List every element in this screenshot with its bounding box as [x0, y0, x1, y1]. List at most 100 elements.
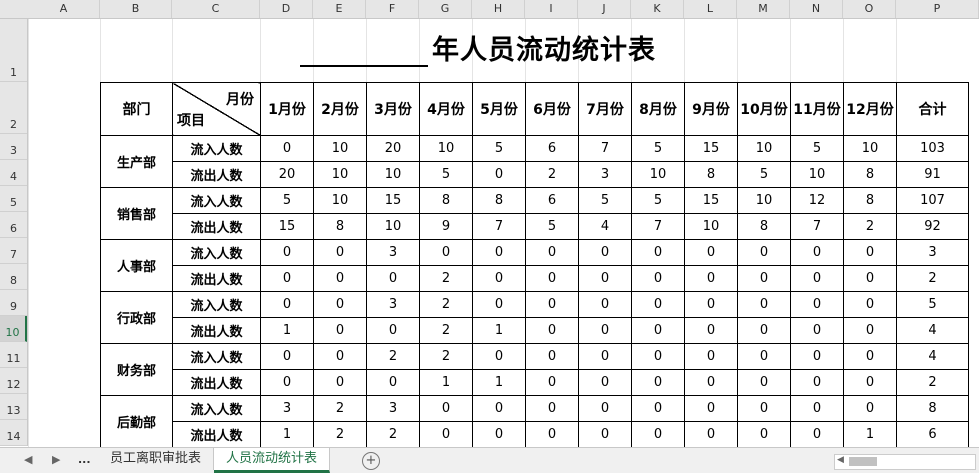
value-cell[interactable]: 0	[525, 421, 579, 448]
value-cell[interactable]: 8	[313, 213, 367, 240]
total-cell[interactable]: 8	[896, 395, 969, 422]
value-cell[interactable]: 15	[366, 187, 420, 214]
value-cell[interactable]: 0	[790, 343, 844, 370]
outflow-label-cell[interactable]: 流出人数	[172, 213, 261, 240]
row-header-7[interactable]: 7	[0, 238, 27, 264]
value-cell[interactable]: 20	[366, 135, 420, 162]
horizontal-scrollbar[interactable]: ◀	[834, 454, 976, 470]
value-cell[interactable]: 0	[578, 395, 632, 422]
value-cell[interactable]: 7	[631, 213, 685, 240]
value-cell[interactable]: 0	[790, 369, 844, 396]
month-header-8[interactable]: 8月份	[631, 82, 685, 136]
value-cell[interactable]: 0	[578, 265, 632, 292]
value-cell[interactable]: 2	[313, 421, 367, 448]
value-cell[interactable]: 0	[366, 317, 420, 344]
value-cell[interactable]: 0	[525, 291, 579, 318]
value-cell[interactable]: 2	[366, 343, 420, 370]
value-cell[interactable]: 0	[578, 369, 632, 396]
value-cell[interactable]: 3	[578, 161, 632, 188]
column-header-n[interactable]: N	[790, 0, 843, 18]
column-header-m[interactable]: M	[737, 0, 790, 18]
value-cell[interactable]: 0	[366, 369, 420, 396]
value-cell[interactable]: 10	[790, 161, 844, 188]
value-cell[interactable]: 6	[525, 187, 579, 214]
value-cell[interactable]: 0	[684, 265, 738, 292]
total-cell[interactable]: 92	[896, 213, 969, 240]
value-cell[interactable]: 0	[737, 317, 791, 344]
value-cell[interactable]: 0	[472, 395, 526, 422]
row-header-6[interactable]: 6	[0, 212, 27, 238]
month-header-11[interactable]: 11月份	[790, 82, 844, 136]
value-cell[interactable]: 0	[260, 265, 314, 292]
value-cell[interactable]: 0	[843, 265, 897, 292]
value-cell[interactable]: 7	[472, 213, 526, 240]
value-cell[interactable]: 0	[684, 291, 738, 318]
inflow-label-cell[interactable]: 流入人数	[172, 239, 261, 266]
value-cell[interactable]: 1	[260, 317, 314, 344]
value-cell[interactable]: 1	[843, 421, 897, 448]
value-cell[interactable]: 8	[419, 187, 473, 214]
value-cell[interactable]: 4	[578, 213, 632, 240]
value-cell[interactable]: 5	[419, 161, 473, 188]
inflow-label-cell[interactable]: 流入人数	[172, 343, 261, 370]
total-cell[interactable]: 4	[896, 343, 969, 370]
value-cell[interactable]: 2	[419, 291, 473, 318]
tab-personnel-flow-statistics[interactable]: 人员流动统计表	[214, 448, 331, 473]
total-cell[interactable]: 103	[896, 135, 969, 162]
total-cell[interactable]: 3	[896, 239, 969, 266]
value-cell[interactable]: 5	[631, 187, 685, 214]
value-cell[interactable]: 0	[631, 369, 685, 396]
value-cell[interactable]: 0	[260, 239, 314, 266]
value-cell[interactable]: 0	[684, 239, 738, 266]
value-cell[interactable]: 0	[366, 265, 420, 292]
value-cell[interactable]: 0	[843, 369, 897, 396]
value-cell[interactable]: 5	[737, 161, 791, 188]
value-cell[interactable]: 2	[366, 421, 420, 448]
value-cell[interactable]: 0	[631, 291, 685, 318]
column-header-p[interactable]: P	[896, 0, 979, 18]
row-header-3[interactable]: 3	[0, 134, 27, 160]
month-header-9[interactable]: 9月份	[684, 82, 738, 136]
value-cell[interactable]: 10	[843, 135, 897, 162]
value-cell[interactable]: 0	[313, 239, 367, 266]
row-header-11[interactable]: 11	[0, 342, 27, 368]
month-header-12[interactable]: 12月份	[843, 82, 897, 136]
month-header-2[interactable]: 2月份	[313, 82, 367, 136]
value-cell[interactable]: 12	[790, 187, 844, 214]
total-cell[interactable]: 2	[896, 369, 969, 396]
value-cell[interactable]: 0	[525, 395, 579, 422]
value-cell[interactable]: 10	[419, 135, 473, 162]
value-cell[interactable]: 0	[472, 343, 526, 370]
value-cell[interactable]: 5	[631, 135, 685, 162]
value-cell[interactable]: 2	[313, 395, 367, 422]
value-cell[interactable]: 0	[790, 239, 844, 266]
month-header-3[interactable]: 3月份	[366, 82, 420, 136]
value-cell[interactable]: 0	[684, 421, 738, 448]
value-cell[interactable]: 0	[472, 265, 526, 292]
value-cell[interactable]: 0	[578, 239, 632, 266]
value-cell[interactable]: 0	[472, 239, 526, 266]
value-cell[interactable]: 8	[684, 161, 738, 188]
value-cell[interactable]: 0	[737, 369, 791, 396]
department-cell[interactable]: 财务部	[100, 343, 173, 396]
outflow-label-cell[interactable]: 流出人数	[172, 317, 261, 344]
inflow-label-cell[interactable]: 流入人数	[172, 187, 261, 214]
value-cell[interactable]: 0	[313, 265, 367, 292]
next-sheet-arrow-icon[interactable]: ▶	[52, 453, 60, 466]
row-header-4[interactable]: 4	[0, 160, 27, 186]
outflow-label-cell[interactable]: 流出人数	[172, 161, 261, 188]
value-cell[interactable]: 10	[366, 213, 420, 240]
row-header-9[interactable]: 9	[0, 290, 27, 316]
value-cell[interactable]: 0	[631, 239, 685, 266]
value-cell[interactable]: 0	[631, 343, 685, 370]
month-header-4[interactable]: 4月份	[419, 82, 473, 136]
value-cell[interactable]: 5	[260, 187, 314, 214]
value-cell[interactable]: 0	[313, 291, 367, 318]
value-cell[interactable]: 5	[472, 135, 526, 162]
scrollbar-thumb[interactable]	[849, 457, 877, 466]
value-cell[interactable]: 10	[737, 135, 791, 162]
total-cell[interactable]: 2	[896, 265, 969, 292]
value-cell[interactable]: 0	[472, 421, 526, 448]
value-cell[interactable]: 3	[366, 239, 420, 266]
column-header-g[interactable]: G	[419, 0, 472, 18]
